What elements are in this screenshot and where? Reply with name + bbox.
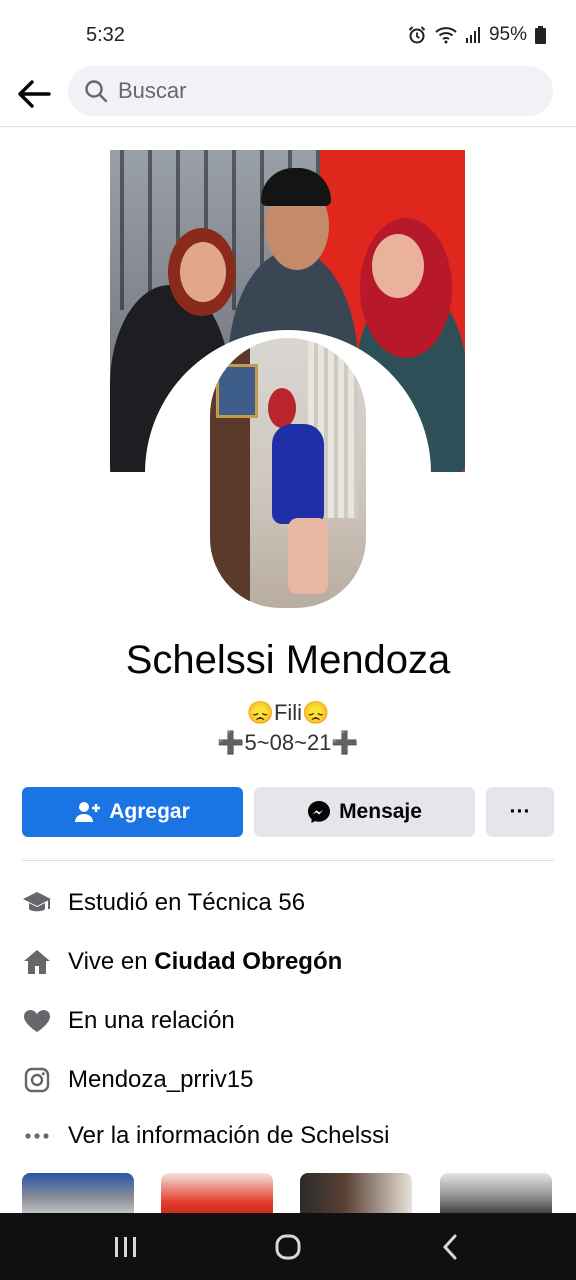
profile-bio-line1: 😞Fili😞 bbox=[246, 700, 330, 725]
status-time: 5:32 bbox=[86, 24, 125, 46]
info-city: Vive en Ciudad Obregón bbox=[22, 942, 562, 982]
chevron-left-icon bbox=[442, 1234, 457, 1260]
heart-icon bbox=[22, 1009, 52, 1033]
more-dots-icon: ··· bbox=[509, 800, 531, 823]
alarm-icon bbox=[407, 25, 427, 45]
battery-icon bbox=[535, 26, 546, 44]
add-friend-button[interactable]: Agregar bbox=[22, 787, 243, 837]
profile-photo[interactable] bbox=[210, 338, 366, 608]
message-button[interactable]: Mensaje bbox=[254, 787, 475, 837]
photo-thumbnail[interactable] bbox=[161, 1173, 273, 1215]
status-bar: 5:32 95% bbox=[0, 0, 576, 62]
home-circle-icon bbox=[275, 1234, 301, 1260]
add-friend-label: Agregar bbox=[109, 800, 190, 823]
profile-name: Schelssi Mendoza bbox=[125, 638, 451, 682]
home-button[interactable] bbox=[268, 1231, 308, 1263]
see-about-info-link[interactable]: Ver la información de Schelssi bbox=[22, 1116, 562, 1156]
recent-apps-button[interactable] bbox=[106, 1231, 146, 1263]
search-icon bbox=[85, 80, 108, 103]
profile-bio-line2: ➕5~08~21➕ bbox=[217, 730, 359, 755]
info-education-text: Estudió en Técnica 56 bbox=[68, 889, 306, 916]
photo-thumbnail[interactable] bbox=[300, 1173, 412, 1215]
info-instagram[interactable]: Mendoza_prriv15 bbox=[22, 1060, 562, 1100]
photo-thumbnail[interactable] bbox=[440, 1173, 552, 1215]
more-dots-icon bbox=[22, 1132, 52, 1140]
home-icon bbox=[22, 949, 52, 975]
system-back-button[interactable] bbox=[430, 1231, 470, 1263]
top-bar: Buscar bbox=[0, 62, 576, 127]
recent-apps-icon bbox=[115, 1237, 136, 1257]
info-relationship: En una relación bbox=[22, 1001, 562, 1041]
search-placeholder: Buscar bbox=[118, 78, 187, 103]
back-button[interactable] bbox=[14, 74, 54, 114]
wifi-icon bbox=[435, 26, 457, 44]
add-friend-icon bbox=[75, 802, 101, 822]
info-education: Estudió en Técnica 56 bbox=[22, 883, 562, 923]
info-instagram-text: Mendoza_prriv15 bbox=[68, 1066, 254, 1093]
system-navigation-bar bbox=[0, 1213, 576, 1280]
divider bbox=[22, 860, 554, 861]
info-city-link[interactable]: Ciudad Obregón bbox=[154, 948, 342, 976]
more-options-button[interactable]: ··· bbox=[486, 787, 554, 837]
battery-percent: 95% bbox=[488, 24, 527, 45]
message-label: Mensaje bbox=[339, 800, 422, 823]
graduation-cap-icon bbox=[22, 890, 52, 916]
search-bar[interactable]: Buscar bbox=[68, 66, 553, 116]
see-about-info-text: Ver la información de Schelssi bbox=[68, 1122, 390, 1149]
messenger-icon bbox=[308, 801, 331, 823]
info-relationship-text: En una relación bbox=[68, 1007, 235, 1034]
photo-thumbnail[interactable] bbox=[22, 1173, 134, 1215]
status-icons: 95% bbox=[407, 24, 546, 46]
signal-icon bbox=[465, 26, 481, 44]
arrow-left-icon bbox=[18, 80, 51, 108]
info-city-prefix: Vive en bbox=[68, 948, 155, 975]
instagram-icon bbox=[22, 1067, 52, 1093]
